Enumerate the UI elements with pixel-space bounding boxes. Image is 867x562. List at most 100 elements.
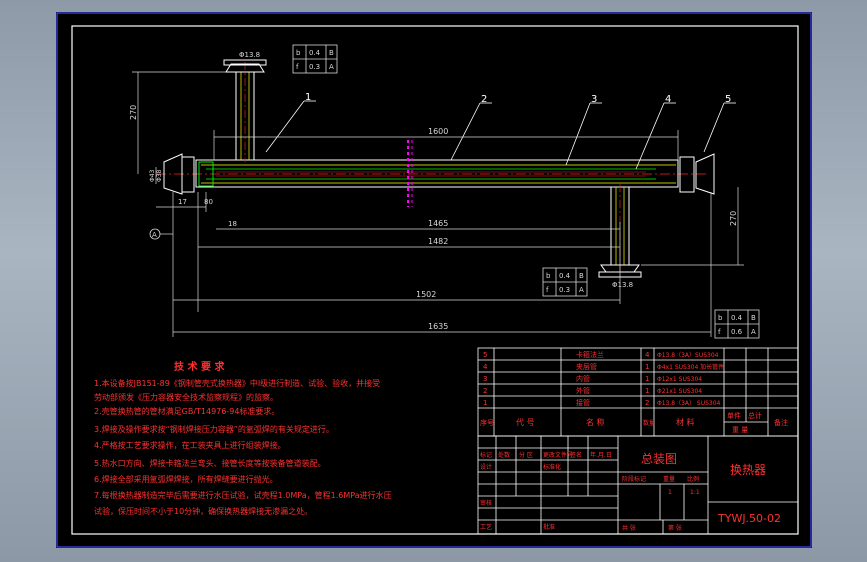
svg-text:0.3: 0.3 [309, 63, 320, 71]
drawing-canvas: 1 2 3 4 5 1600 1465 1482 1502 1635 17 80… [56, 12, 812, 548]
svg-text:b: b [296, 49, 301, 57]
svg-text:A: A [751, 328, 756, 336]
note-line: 劳动部颁发《压力容器安全技术监察规程》的监察。 [94, 392, 278, 402]
svg-text:Φ21x1 SUS304: Φ21x1 SUS304 [657, 388, 702, 395]
note-line: 2.壳管换热管的管材满足GB/T14976-94标准要求。 [94, 406, 279, 416]
note-line: 1.本设备按JB151-89《钢制管壳式换热器》中Ⅰ级进行制造、试验、验收，并接… [94, 378, 380, 388]
svg-text:B: B [329, 49, 334, 57]
svg-text:总计: 总计 [748, 411, 762, 420]
svg-text:B: B [579, 272, 584, 280]
svg-text:重 量: 重 量 [732, 426, 748, 434]
svg-text:5: 5 [483, 351, 487, 359]
svg-text:Φ12x1 SUS304: Φ12x1 SUS304 [657, 376, 702, 383]
svg-text:备注: 备注 [774, 418, 788, 427]
dim-1502: 1502 [416, 290, 436, 299]
svg-text:外管: 外管 [576, 386, 590, 395]
svg-text:1:1: 1:1 [690, 489, 700, 496]
svg-text:数量: 数量 [643, 419, 655, 427]
exchanger-drawing: 1 2 3 4 5 1600 1465 1482 1502 1635 17 80… [129, 44, 760, 339]
svg-text:0.4: 0.4 [309, 49, 321, 57]
dim-top-flange: Φ13.8 [239, 51, 260, 59]
svg-text:A: A [579, 286, 584, 294]
svg-text:名 称: 名 称 [586, 417, 605, 427]
svg-text:分 区: 分 区 [519, 451, 533, 459]
note-line: 7.每根换热器制造完毕后需要进行水压试验，试壳程1.0MPa，管程1.6MPa进… [94, 490, 392, 500]
note-line: 4.严格按工艺要求操作，在工装夹具上进行组装焊接。 [94, 440, 286, 450]
bom-rows: 5 卡箍法兰 4 Φ13.8（3A）SUS304 4 夹层管 1 Φ4x1 SU… [480, 350, 788, 434]
bom-row: 3 内管 1 Φ12x1 SUS304 [483, 374, 702, 383]
bom-row: 2 外管 1 Φ21x1 SUS304 [483, 386, 702, 395]
svg-text:f: f [296, 63, 299, 71]
bom-row: 4 夹层管 1 Φ4x1 SUS304 加长管件 [483, 362, 724, 371]
tol-frame-mid: b 0.4 B f 0.3 A [542, 267, 588, 297]
svg-text:A: A [329, 63, 334, 71]
svg-text:序号: 序号 [480, 418, 494, 427]
dim-1465: 1465 [428, 219, 448, 228]
note-line: 3.焊接及操作要求按“钢制焊接压力容器”的氩弧焊的有关规定进行。 [94, 424, 334, 434]
dim-18: 18 [228, 220, 237, 228]
svg-text:夹层管: 夹层管 [576, 362, 597, 371]
bom-row: 5 卡箍法兰 4 Φ13.8（3A）SUS304 [483, 350, 719, 359]
svg-text:0.6: 0.6 [731, 328, 743, 336]
svg-text:批准: 批准 [543, 523, 555, 531]
dim-h-right: 270 [729, 211, 738, 226]
svg-text:卡箍法兰: 卡箍法兰 [576, 350, 604, 359]
drawing-number: TYWJ.50-02 [717, 512, 781, 525]
dim-d38: Φ38 [156, 169, 163, 182]
svg-text:代 号: 代 号 [516, 417, 535, 427]
callout-5: 5 [725, 94, 731, 105]
dim-1635: 1635 [428, 322, 448, 331]
product-name: 换热器 [730, 463, 766, 477]
svg-text:接管: 接管 [576, 398, 590, 407]
svg-text:Φ13.8（3A）SUS304: Φ13.8（3A）SUS304 [657, 352, 719, 359]
svg-text:4: 4 [483, 363, 488, 371]
inner-frame [71, 25, 799, 535]
svg-text:B: B [751, 314, 756, 322]
svg-text:签名: 签名 [570, 451, 582, 459]
svg-text:处数: 处数 [498, 451, 510, 459]
note-line: 5.热水口方向、焊接卡箍法兰弯头、接管长度等按装备管道装配。 [94, 458, 326, 468]
drawing-sheet: 1 2 3 4 5 1600 1465 1482 1502 1635 17 80… [56, 12, 812, 548]
bom-header: 序号 代 号 名 称 数量 材 料 单件 总计 重 量 备注 [480, 411, 788, 434]
svg-text:2: 2 [483, 387, 487, 395]
dim-d43: Φ43 [149, 169, 156, 182]
svg-text:Φ4x1 SUS304 加长管件: Φ4x1 SUS304 加长管件 [657, 363, 724, 371]
svg-text:材 料: 材 料 [676, 417, 695, 427]
svg-text:年.月.日: 年.月.日 [590, 451, 612, 459]
svg-text:审核: 审核 [480, 499, 492, 507]
technical-notes: 技 术 要 求 1.本设备按JB151-89《钢制管壳式换热器》中Ⅰ级进行制造、… [94, 360, 392, 516]
bom-row: 1 接管 2 Φ13.8（3A） SUS304 [483, 398, 721, 407]
svg-text:单件: 单件 [727, 411, 741, 420]
svg-text:1: 1 [645, 387, 649, 395]
dim-1600: 1600 [428, 127, 448, 136]
dim-bottom-flange: Φ13.8 [612, 281, 633, 289]
tol-frame-top: b 0.4 B f 0.3 A [292, 44, 338, 74]
svg-text:标记: 标记 [480, 451, 492, 459]
svg-text:3: 3 [483, 375, 487, 383]
note-line: 试验，保压时间不小于10分钟，确保换热器焊接无渗漏之处。 [94, 506, 312, 516]
svg-text:1: 1 [645, 375, 649, 383]
dimension-lines [132, 71, 744, 337]
drawing-name: 总装图 [641, 452, 677, 466]
svg-text:0.4: 0.4 [559, 272, 571, 280]
svg-text:1: 1 [483, 399, 487, 407]
svg-text:4: 4 [645, 351, 650, 359]
callout-3: 3 [591, 94, 597, 105]
svg-text:Φ13.8（3A） SUS304: Φ13.8（3A） SUS304 [657, 400, 721, 407]
svg-text:1: 1 [668, 489, 672, 496]
svg-text:f: f [718, 328, 721, 336]
svg-text:更改文件号: 更改文件号 [543, 451, 573, 459]
callout-4: 4 [665, 94, 671, 105]
dim-80: 80 [204, 198, 213, 206]
svg-text:内管: 内管 [576, 374, 590, 383]
svg-text:比例: 比例 [687, 475, 699, 483]
svg-text:标准化: 标准化 [543, 463, 561, 471]
dim-h-left: 270 [129, 105, 138, 120]
svg-text:2: 2 [645, 399, 649, 407]
svg-text:b: b [718, 314, 723, 322]
notes-title: 技 术 要 求 [174, 360, 225, 373]
tol-frame-right: b 0.4 B f 0.6 A [714, 309, 760, 339]
note-line: 6.焊接全部采用氩弧焊焊接，所有焊缝要进行抛光。 [94, 474, 278, 484]
svg-text:1: 1 [645, 363, 649, 371]
callout-2: 2 [481, 94, 487, 105]
